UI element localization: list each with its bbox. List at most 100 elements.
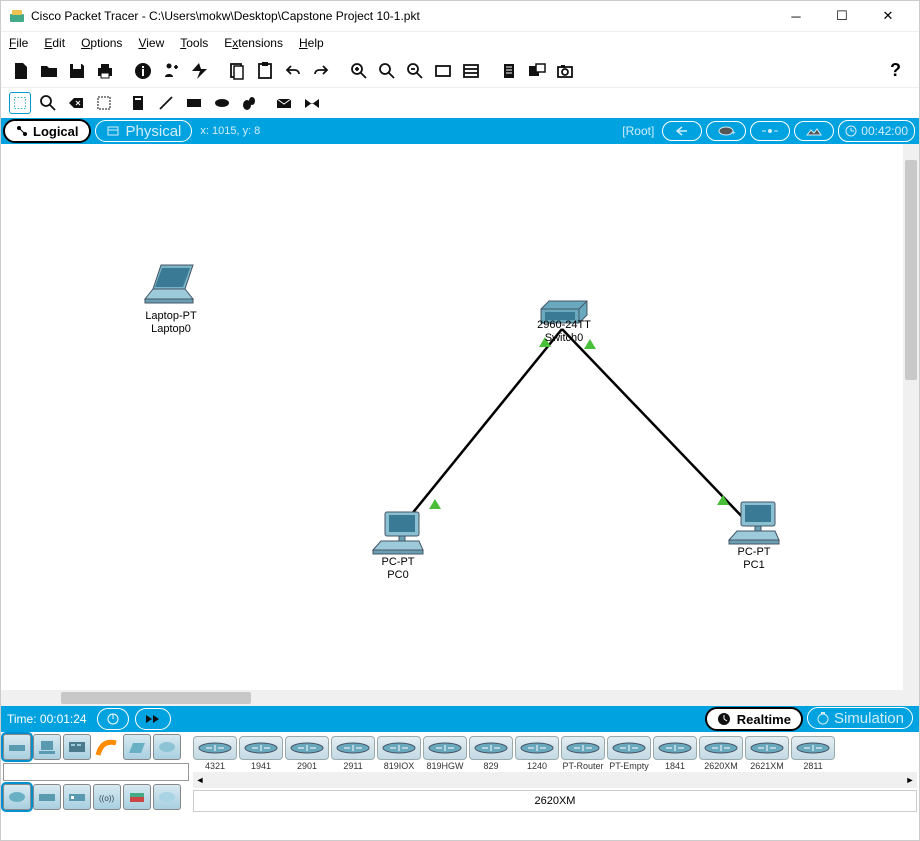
workspace[interactable]: Laptop-PT Laptop0 2960-24TT Switch0 PC-P… — [1, 144, 919, 706]
vertical-scrollbar[interactable] — [903, 144, 919, 706]
menu-file[interactable]: File — [9, 36, 28, 50]
draw-ellipse-tool[interactable] — [211, 92, 233, 114]
minimize-button[interactable]: ─ — [773, 1, 819, 31]
zoom-reset-button[interactable] — [375, 59, 399, 83]
device-item[interactable]: 819HGW — [423, 736, 467, 771]
root-label[interactable]: [Root] — [622, 124, 654, 138]
subpalette-security[interactable] — [123, 784, 151, 810]
clipboard1-button[interactable] — [225, 59, 249, 83]
drawing-palette-button[interactable] — [431, 59, 455, 83]
horizontal-scrollbar[interactable] — [1, 690, 903, 706]
power-cycle-button[interactable] — [97, 708, 129, 730]
resize-tool[interactable] — [93, 92, 115, 114]
scroll-right-icon[interactable]: ► — [903, 772, 917, 788]
device-item[interactable]: 2901 — [285, 736, 329, 771]
palette-network-devices[interactable] — [3, 734, 31, 760]
device-item[interactable]: 1841 — [653, 736, 697, 771]
viewport-button[interactable] — [525, 59, 549, 83]
scroll-left-icon[interactable]: ◄ — [193, 772, 207, 788]
device-item[interactable]: 819IOX — [377, 736, 421, 771]
device-item-label: 4321 — [205, 761, 225, 771]
palette-components[interactable] — [63, 734, 91, 760]
place-note-tool[interactable] — [127, 92, 149, 114]
device-laptop[interactable] — [141, 259, 201, 309]
switch-name-label: Switch0 — [531, 332, 597, 344]
title-bar: Cisco Packet Tracer - C:\Users\mokw\Desk… — [1, 1, 919, 32]
subpalette-wireless[interactable]: ((o)) — [93, 784, 121, 810]
device-scrollbar[interactable]: ◄ ► — [193, 772, 917, 788]
subpalette-switches[interactable] — [33, 784, 61, 810]
nav-back-button[interactable] — [662, 121, 702, 141]
maximize-button[interactable]: ☐ — [819, 1, 865, 31]
device-item-label: 2620XM — [704, 761, 738, 771]
stopwatch-icon — [816, 711, 830, 725]
new-cluster-button[interactable]: + — [706, 121, 746, 141]
device-pc0[interactable] — [371, 510, 425, 556]
device-item-label: 819IOX — [384, 761, 415, 771]
save-button[interactable] — [65, 59, 89, 83]
snapshot-button[interactable] — [553, 59, 577, 83]
laptop-name-label: Laptop0 — [141, 323, 201, 335]
zoom-in-button[interactable] — [347, 59, 371, 83]
menu-options[interactable]: Options — [81, 36, 122, 50]
help-button[interactable]: ? — [890, 60, 911, 81]
tab-logical[interactable]: Logical — [3, 119, 91, 143]
link-status-icon — [429, 499, 441, 509]
paste-button[interactable] — [187, 59, 211, 83]
menu-help[interactable]: Help — [299, 36, 324, 50]
device-item[interactable]: 4321 — [193, 736, 237, 771]
move-object-button[interactable] — [750, 121, 790, 141]
device-item[interactable]: 829 — [469, 736, 513, 771]
menu-tools[interactable]: Tools — [180, 36, 208, 50]
redo-button[interactable] — [309, 59, 333, 83]
custom-devices-button[interactable] — [459, 59, 483, 83]
device-item[interactable]: 2811 — [791, 736, 835, 771]
clipboard2-button[interactable] — [253, 59, 277, 83]
device-item-label: 1240 — [527, 761, 547, 771]
fast-forward-button[interactable] — [135, 708, 171, 730]
tab-simulation[interactable]: Simulation — [807, 707, 913, 729]
delete-tool[interactable] — [65, 92, 87, 114]
device-item[interactable]: 2911 — [331, 736, 375, 771]
close-button[interactable]: ✕ — [865, 1, 911, 31]
draw-polygon-tool[interactable] — [239, 92, 261, 114]
device-item[interactable]: 2621XM — [745, 736, 789, 771]
select-tool[interactable] — [9, 92, 31, 114]
palette-multiuser[interactable] — [153, 734, 181, 760]
draw-rectangle-tool[interactable] — [183, 92, 205, 114]
tab-physical[interactable]: Physical — [95, 120, 193, 142]
print-button[interactable] — [93, 59, 117, 83]
palette-misc[interactable] — [123, 734, 151, 760]
simple-pdu-tool[interactable] — [273, 92, 295, 114]
complex-pdu-tool[interactable] — [301, 92, 323, 114]
palette-end-devices[interactable] — [33, 734, 61, 760]
subpalette-wan[interactable] — [153, 784, 181, 810]
device-item[interactable]: 2620XM — [699, 736, 743, 771]
palette-connections[interactable] — [93, 734, 121, 760]
menu-view[interactable]: View — [138, 36, 164, 50]
undo-button[interactable] — [281, 59, 305, 83]
zoom-out-button[interactable] — [403, 59, 427, 83]
new-button[interactable] — [9, 59, 33, 83]
device-item[interactable]: PT-Router — [561, 736, 605, 771]
copy-button[interactable] — [159, 59, 183, 83]
device-pc1[interactable] — [727, 500, 781, 546]
subpalette-hubs[interactable] — [63, 784, 91, 810]
pc1-type-label: PC-PT — [729, 546, 779, 558]
menu-extensions[interactable]: Extensions — [224, 36, 283, 50]
inspect-tool[interactable] — [37, 92, 59, 114]
tab-realtime[interactable]: Realtime — [705, 707, 803, 731]
device-item[interactable]: 1240 — [515, 736, 559, 771]
tab-simulation-label: Simulation — [834, 710, 904, 727]
subpalette-routers[interactable] — [3, 784, 31, 810]
draw-line-tool[interactable] — [155, 92, 177, 114]
menu-edit[interactable]: Edit — [44, 36, 65, 50]
device-item[interactable]: 1941 — [239, 736, 283, 771]
network-description-button[interactable] — [497, 59, 521, 83]
palette-search-input[interactable] — [3, 763, 189, 781]
device-item[interactable]: PT-Empty — [607, 736, 651, 771]
device-item-label: 2911 — [343, 761, 362, 771]
set-background-button[interactable] — [794, 121, 834, 141]
open-button[interactable] — [37, 59, 61, 83]
activity-wizard-button[interactable] — [131, 59, 155, 83]
